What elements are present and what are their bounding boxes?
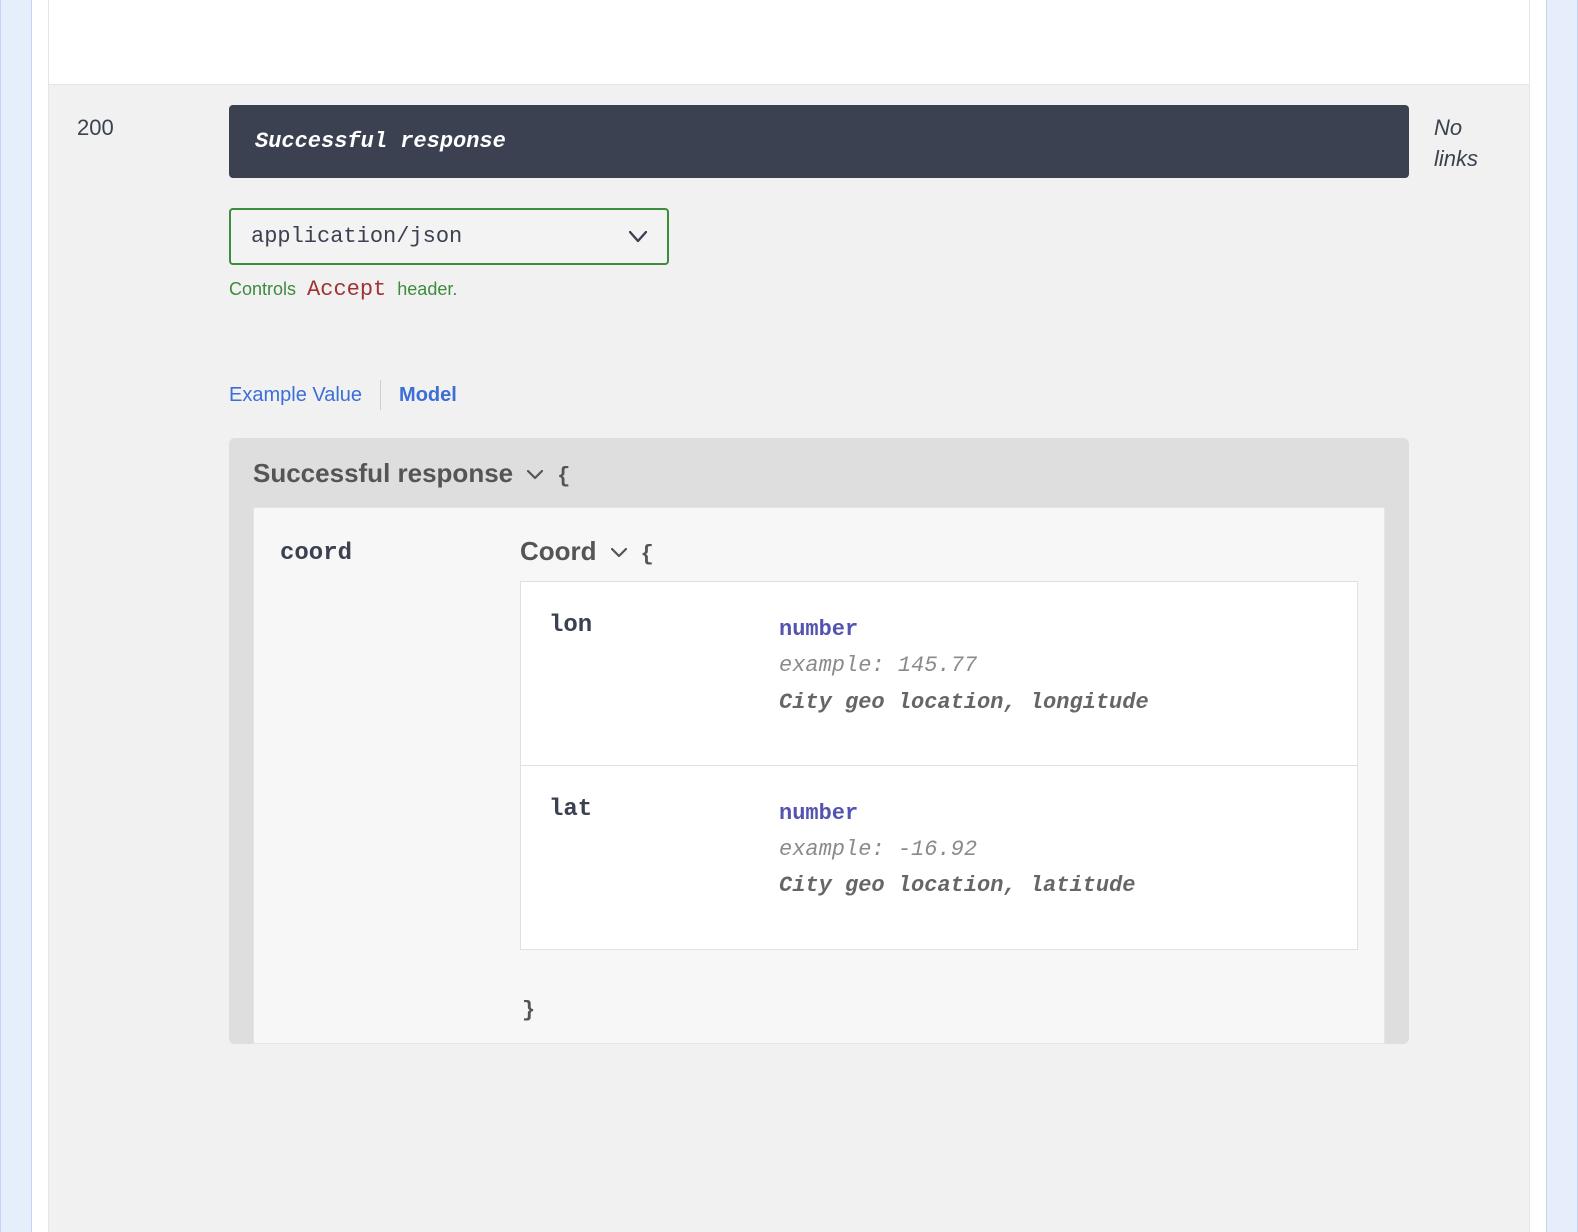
- response-section: 200 Successful response application/json…: [49, 85, 1529, 1232]
- left-rail: [0, 0, 32, 1232]
- content-type-select[interactable]: application/json: [229, 208, 669, 265]
- property-description: City geo location, longitude: [779, 685, 1329, 721]
- close-brace: }: [522, 998, 1358, 1023]
- property-description: City geo location, latitude: [779, 868, 1329, 904]
- model-inner: coord Coord {: [253, 507, 1385, 1044]
- open-brace: {: [641, 542, 654, 567]
- property-name: lon: [549, 612, 779, 721]
- property-row-lat: lat number example: -16.92 City geo loca…: [521, 765, 1357, 949]
- property-example: example: 145.77: [779, 648, 1329, 684]
- model-panel: Successful response { coord Coord: [229, 438, 1409, 1044]
- accept-note-prefix: Controls: [229, 279, 296, 299]
- property-name: lat: [549, 796, 779, 905]
- content-type-value: application/json: [251, 224, 462, 249]
- coord-properties-table: lon number example: 145.77 City geo loca…: [520, 581, 1358, 950]
- accept-note-suffix: header.: [397, 279, 457, 299]
- model-title: Successful response: [253, 458, 513, 489]
- right-rail: [1546, 0, 1578, 1232]
- tab-example-value[interactable]: Example Value: [229, 384, 362, 407]
- property-key-coord: coord: [280, 536, 510, 1023]
- response-description-banner: Successful response: [229, 105, 1409, 178]
- coord-model-title-row[interactable]: Coord {: [520, 536, 654, 567]
- property-example: example: -16.92: [779, 832, 1329, 868]
- accept-header-note: Controls Accept header.: [229, 277, 1409, 302]
- schema-tabs: Example Value Model: [229, 380, 1409, 410]
- property-row-lon: lon number example: 145.77 City geo loca…: [521, 582, 1357, 765]
- accept-note-code: Accept: [307, 277, 386, 302]
- tab-separator: [380, 380, 381, 410]
- chevron-down-icon: [523, 458, 547, 489]
- status-code: 200: [69, 105, 229, 141]
- chevron-down-icon: [629, 231, 647, 243]
- top-spacer: [49, 0, 1529, 85]
- property-type: number: [779, 796, 1329, 832]
- links-column: No links: [1409, 105, 1509, 175]
- open-brace: {: [557, 464, 570, 489]
- property-type: number: [779, 612, 1329, 648]
- chevron-down-icon: [607, 536, 631, 567]
- content-column: 200 Successful response application/json…: [48, 0, 1530, 1232]
- coord-model-title: Coord: [520, 536, 597, 567]
- tab-model[interactable]: Model: [399, 384, 457, 407]
- model-title-row[interactable]: Successful response {: [253, 458, 570, 489]
